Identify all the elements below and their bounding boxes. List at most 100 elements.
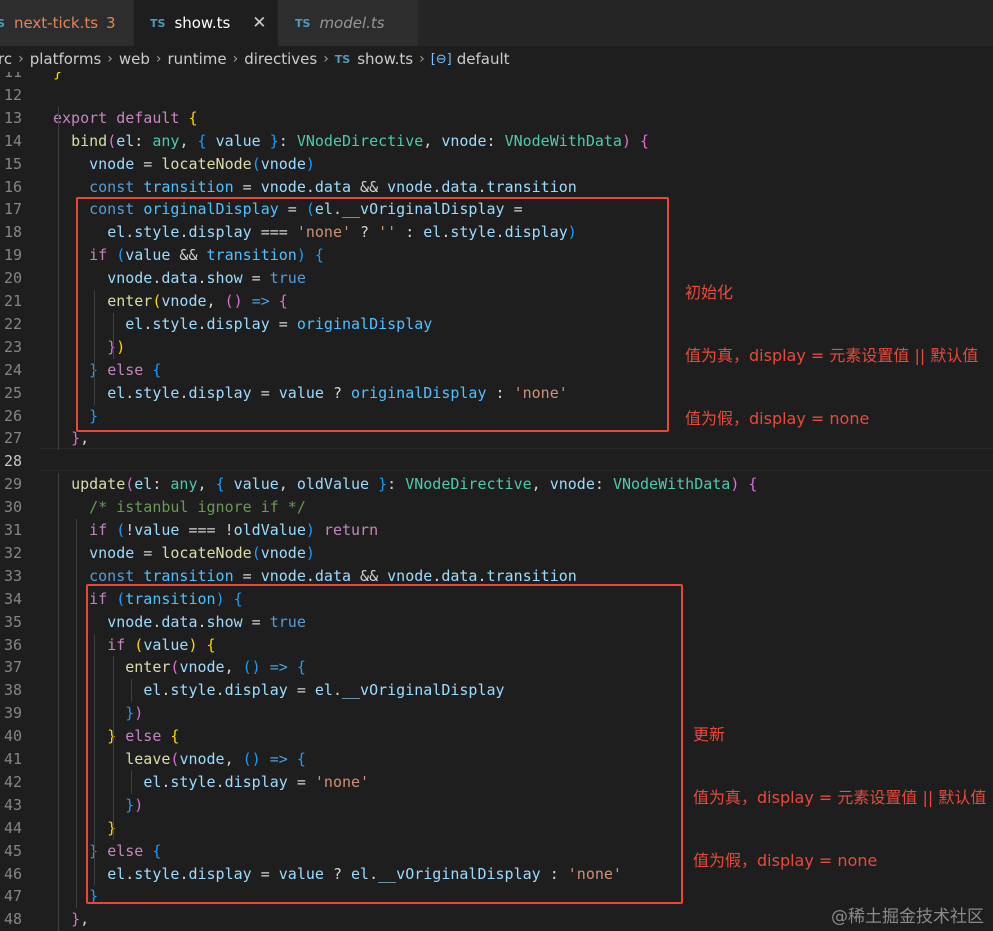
code-token: value xyxy=(215,131,261,150)
code-line[interactable]: 14 bind(el: any, { value }: VNodeDirecti… xyxy=(0,130,993,153)
line-number: 46 xyxy=(3,864,22,883)
code-token: { xyxy=(197,131,207,150)
code-token: { xyxy=(640,131,650,150)
code-token: value xyxy=(134,521,180,539)
code-token: const xyxy=(89,177,135,196)
code-token: . xyxy=(305,566,315,585)
breadcrumb-item-runtime[interactable]: runtime xyxy=(168,50,227,68)
code-text: if (!value === !oldValue) return xyxy=(53,519,378,542)
line-number: 30 xyxy=(3,498,22,517)
code-token: , xyxy=(423,131,442,150)
code-token: data xyxy=(314,177,352,196)
code-token: vnode xyxy=(260,177,306,196)
code-token: . xyxy=(477,177,487,196)
code-token: data xyxy=(441,566,478,585)
code-text: /* istanbul ignore if */ xyxy=(53,496,306,519)
code-line[interactable]: 15 vnode = locateNode(vnode) xyxy=(0,153,993,176)
tab-show[interactable]: TS show.ts ✕ xyxy=(134,0,278,46)
line-number: 16 xyxy=(3,177,22,196)
code-line[interactable]: 16 const transition = vnode.data && vnod… xyxy=(0,176,993,199)
code-line[interactable]: 11} xyxy=(0,72,993,84)
line-number: 20 xyxy=(3,269,22,288)
close-icon[interactable]: ✕ xyxy=(252,13,266,33)
code-token: default xyxy=(116,108,180,127)
code-line[interactable]: 29 update(el: any, { value, oldValue }: … xyxy=(0,473,993,496)
code-token: data xyxy=(441,177,478,196)
code-token: oldValue xyxy=(296,475,370,494)
line-number: 31 xyxy=(3,521,22,539)
code-token: vnode xyxy=(89,543,135,562)
line-number: 23 xyxy=(3,337,22,356)
code-token: ) xyxy=(305,543,315,562)
code-token: transition xyxy=(486,177,577,196)
tab-next-tick[interactable]: S next-tick.ts 3 xyxy=(0,0,134,46)
line-number: 39 xyxy=(3,704,22,723)
line-number: 32 xyxy=(3,543,22,562)
code-token: = xyxy=(233,177,261,196)
line-number: 35 xyxy=(3,612,22,631)
code-token: === xyxy=(179,521,225,539)
code-token: ) xyxy=(621,131,631,150)
code-line[interactable]: 28 xyxy=(0,450,993,473)
annotation-line: 值为假，display = none xyxy=(693,851,878,870)
code-token: , xyxy=(80,429,90,448)
chevron-right-icon: › xyxy=(419,51,425,67)
chevron-right-icon: › xyxy=(232,51,239,67)
line-number: 22 xyxy=(3,314,22,333)
line-number: 41 xyxy=(3,750,22,768)
code-token: transition xyxy=(143,566,234,585)
chevron-right-icon: › xyxy=(107,51,113,67)
code-token: locateNode xyxy=(161,154,252,173)
code-token: ! xyxy=(125,521,135,539)
code-token: value xyxy=(233,475,279,494)
code-token: } xyxy=(378,475,388,494)
line-number: 34 xyxy=(3,589,22,608)
line-number: 17 xyxy=(3,200,22,219)
code-token: : xyxy=(387,475,406,494)
line-number: 24 xyxy=(3,360,22,379)
code-token: = xyxy=(134,543,162,562)
tab-model[interactable]: TS model.ts xyxy=(278,0,418,46)
breadcrumb-item-file[interactable]: show.ts xyxy=(357,50,413,68)
breadcrumb-item-platforms[interactable]: platforms xyxy=(30,50,102,68)
code-line[interactable]: 31 if (!value === !oldValue) return xyxy=(0,519,993,542)
breadcrumb-item-symbol[interactable]: default xyxy=(457,50,510,68)
code-token: const xyxy=(89,566,135,585)
code-token: vnode xyxy=(260,154,306,173)
code-token: ) xyxy=(305,521,315,539)
indent-guide xyxy=(58,106,59,451)
line-number: 25 xyxy=(3,383,22,402)
line-number: 48 xyxy=(3,910,22,929)
code-token: VNodeWithData xyxy=(504,131,622,150)
annotation-line: 更新 xyxy=(693,725,726,744)
line-number: 14 xyxy=(3,131,22,150)
breadcrumb-item-src[interactable]: rc xyxy=(0,50,12,68)
code-token: el xyxy=(116,131,135,150)
typescript-file-icon: S xyxy=(0,16,5,30)
line-number: 44 xyxy=(3,818,22,837)
code-token: el xyxy=(134,475,153,494)
code-token: . xyxy=(305,177,315,196)
code-token: } xyxy=(269,131,279,150)
code-token: ( xyxy=(116,521,126,539)
code-token: vnode xyxy=(549,475,595,494)
breadcrumb-item-web[interactable]: web xyxy=(119,50,150,68)
code-token: ( xyxy=(107,131,117,150)
line-number: 18 xyxy=(3,223,22,242)
code-token: } xyxy=(53,72,63,81)
typescript-file-icon: TS xyxy=(150,16,166,30)
code-line[interactable]: 12 xyxy=(0,84,993,107)
code-line[interactable]: 32 vnode = locateNode(vnode) xyxy=(0,542,993,565)
breadcrumb-item-directives[interactable]: directives xyxy=(244,50,317,68)
code-token: return xyxy=(323,521,379,539)
line-number: 38 xyxy=(3,681,22,700)
code-token: = xyxy=(233,566,261,585)
code-line[interactable]: 13 export default { xyxy=(0,107,993,130)
code-line[interactable]: 30 /* istanbul ignore if */ xyxy=(0,496,993,519)
line-number: 47 xyxy=(3,887,22,906)
code-token: vnode xyxy=(387,177,433,196)
